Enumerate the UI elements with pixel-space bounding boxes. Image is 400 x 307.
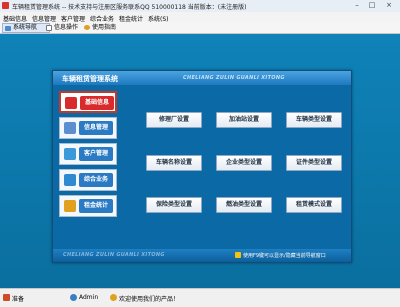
sidebar-item-basic-info[interactable]: 基础信息 [59,91,117,113]
window-title: 车辆租赁管理系统 -- 技术支持与注册区服务联系QQ 510000118 当前版… [12,4,247,11]
f9-hint-text: 使用F9键可以显示/隐藏当前导航窗口 [243,253,326,259]
rental-mode-settings-button[interactable]: 租赁模式设置 [286,197,342,213]
status-icon [3,294,10,301]
nav-icon [5,26,11,31]
folder-icon [64,122,76,134]
footer-subtitle: CHELIANG ZULIN GUANLI XITONG [63,252,165,258]
info-icon [235,252,241,258]
status-user-text: Admin [79,294,99,301]
info-operation-label: 信息操作 [54,24,79,31]
sidebar-item-label: 租金统计 [79,199,113,213]
sidebar-item-business[interactable]: 综合业务 [59,169,117,191]
app-icon [2,2,9,9]
fuel-type-settings-button[interactable]: 燃油类型设置 [216,197,272,213]
panel-header: 车辆租赁管理系统 CHELIANG ZULIN GUANLI XITONG [53,71,351,85]
status-welcome-text: 欢迎使用我们的产品！ [119,296,180,303]
status-ready: 准备 [3,294,24,303]
sidebar-item-customer-management[interactable]: 客户管理 [59,143,117,165]
sidebar-item-label: 基础信息 [80,96,114,110]
home-icon [65,97,77,109]
panel-footer: CHELIANG ZULIN GUANLI XITONG 使用F9键可以显示/隐… [53,249,351,262]
status-welcome: 欢迎使用我们的产品！ [110,294,179,303]
panel-subtitle: CHELIANG ZULIN GUANLI XITONG [183,75,285,81]
gas-station-settings-button[interactable]: 加油站设置 [216,112,272,128]
document-icon [46,25,52,31]
certificate-type-settings-button[interactable]: 证件类型设置 [286,155,342,171]
sidebar-item-rent-statistics[interactable]: 租金统计 [59,195,117,217]
sidebar-item-label: 客户管理 [79,147,113,161]
help-icon [84,25,90,30]
f9-hint: 使用F9键可以显示/隐藏当前导航窗口 [235,252,326,259]
status-bar: 准备 Admin 欢迎使用我们的产品！ [0,288,400,307]
maximize-button[interactable]: □ [365,1,379,10]
sidebar-item-label: 信息管理 [79,121,113,135]
category-sidebar: 基础信息 信息管理 客户管理 综合业务 租金统计 [59,91,117,241]
vehicle-name-settings-button[interactable]: 车辆名称设置 [146,155,202,171]
status-ready-text: 准备 [12,296,25,303]
system-nav-button[interactable]: 系统导航 [2,23,50,33]
user-guide-button[interactable]: 使用指南 [82,23,128,32]
smile-icon [110,294,117,301]
panel-title: 车辆租赁管理系统 [62,75,118,83]
sidebar-item-label: 综合业务 [79,173,113,187]
menu-bar: 基础信息 信息管理 客户管理 综合业务 租金统计 系统(S) [0,12,400,23]
enterprise-type-settings-button[interactable]: 企业类型设置 [216,155,272,171]
customer-icon [64,148,76,160]
close-button[interactable]: × [381,1,397,10]
sidebar-item-info-management[interactable]: 信息管理 [59,117,117,139]
workspace: 车辆租赁管理系统 CHELIANG ZULIN GUANLI XITONG 基础… [0,34,400,288]
navigation-panel: 车辆租赁管理系统 CHELIANG ZULIN GUANLI XITONG 基础… [52,70,352,263]
arrow-icon [64,174,76,186]
vehicle-type-settings-button[interactable]: 车辆类型设置 [286,112,342,128]
repair-shop-settings-button[interactable]: 修理厂设置 [146,112,202,128]
minimize-button[interactable]: – [350,1,364,10]
toolbar: 系统导航 信息操作 使用指南 [0,22,400,34]
system-nav-label: 系统导航 [13,24,38,31]
statistics-icon [64,200,76,212]
user-guide-label: 使用指南 [92,24,117,31]
status-user: Admin [70,294,98,301]
user-icon [70,294,77,301]
insurance-type-settings-button[interactable]: 保险类型设置 [146,197,202,213]
